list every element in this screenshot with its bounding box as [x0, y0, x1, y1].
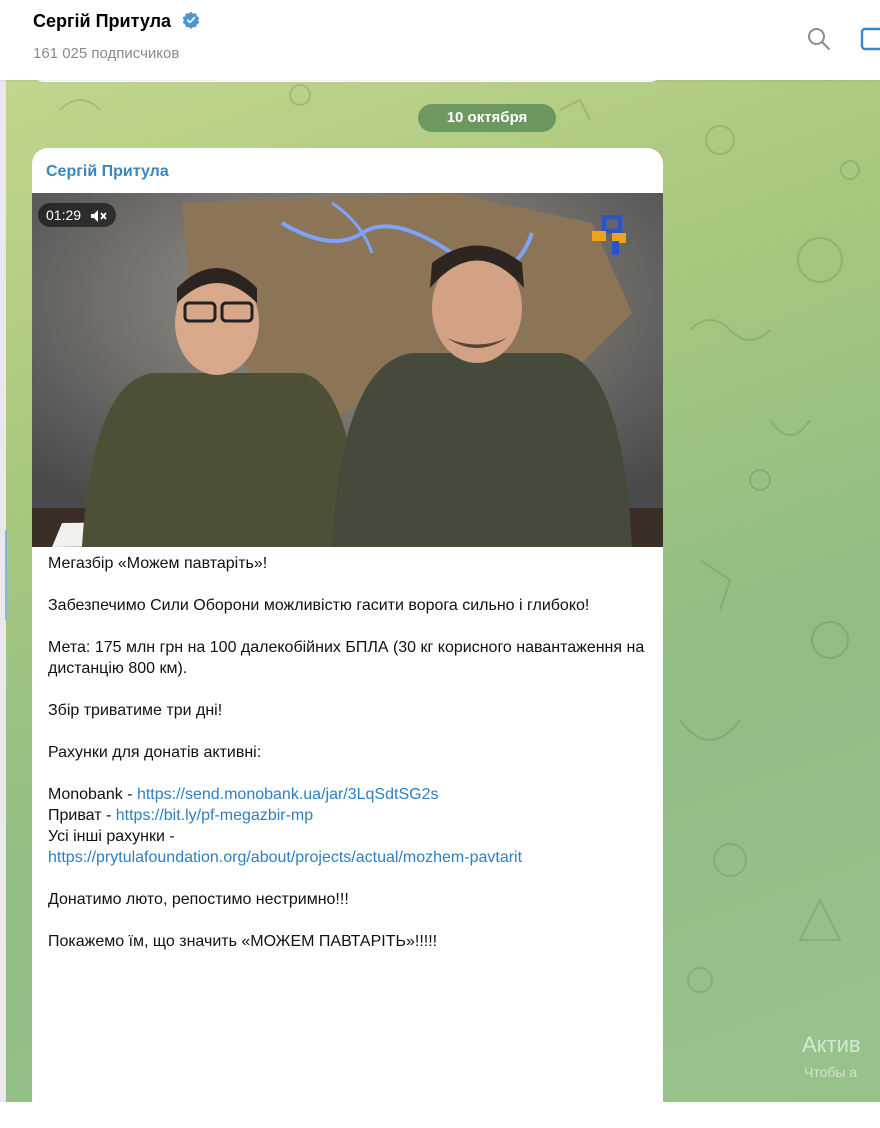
chat-header[interactable]: Сергій Притула 161 025 подписчиков [0, 0, 880, 80]
channel-title[interactable]: Сергій Притула [33, 11, 200, 32]
video-thumbnail [32, 193, 663, 547]
foundation-link[interactable]: https://prytulafoundation.org/about/proj… [48, 849, 522, 866]
subscriber-count: 161 025 подписчиков [33, 45, 180, 62]
message-paragraph: Покажемо їм, що значить «МОЖЕМ ПАВТАРІТЬ… [48, 933, 438, 950]
duration-text: 01:29 [46, 207, 82, 223]
activation-watermark: Актив [802, 1032, 861, 1057]
message-paragraph: Рахунки для донатів активні: [48, 744, 262, 761]
message-title: Мегазбір «Можем павтаріть»! [48, 555, 268, 572]
message-paragraph: Мета: 175 млн грн на 100 далекобійних БП… [48, 639, 645, 677]
other-accounts-label: Усі інші рахунки - [48, 828, 175, 845]
message-text: Мегазбір «Можем павтаріть»! Забезпечимо … [48, 553, 648, 973]
message-author[interactable]: Сергій Притула [46, 163, 169, 181]
verified-badge-icon [182, 11, 200, 29]
privat-label: Приват - [48, 807, 116, 824]
video-preview[interactable]: 01:29 [32, 193, 663, 547]
channel-logo-icon [592, 215, 626, 255]
message-paragraph: Донатимо люто, репостимо нестримно!!! [48, 891, 349, 908]
channel-name-text: Сергій Притула [33, 11, 172, 31]
monobank-label: Monobank - [48, 786, 137, 803]
activation-watermark-sub: Чтобы а [804, 1064, 858, 1080]
message-paragraph: Збір триватиме три дні! [48, 702, 223, 719]
donation-links: Monobank - https://send.monobank.ua/jar/… [48, 784, 648, 868]
side-panel-icon[interactable] [860, 26, 880, 52]
video-duration: 01:29 [38, 203, 116, 227]
privat-link[interactable]: https://bit.ly/pf-megazbir-mp [116, 807, 313, 824]
search-icon[interactable] [806, 26, 832, 52]
mute-icon[interactable] [90, 209, 108, 223]
monobank-link[interactable]: https://send.monobank.ua/jar/3LqSdtSG2s [137, 786, 439, 803]
message-paragraph: Забезпечимо Сили Оборони можливістю гаси… [48, 597, 590, 614]
message-bubble[interactable]: Сергій Притула 01:29 Мегазбір «Можем пав… [32, 148, 663, 1128]
scroll-indicator[interactable] [5, 530, 7, 620]
date-badge: 10 октября [418, 104, 556, 132]
